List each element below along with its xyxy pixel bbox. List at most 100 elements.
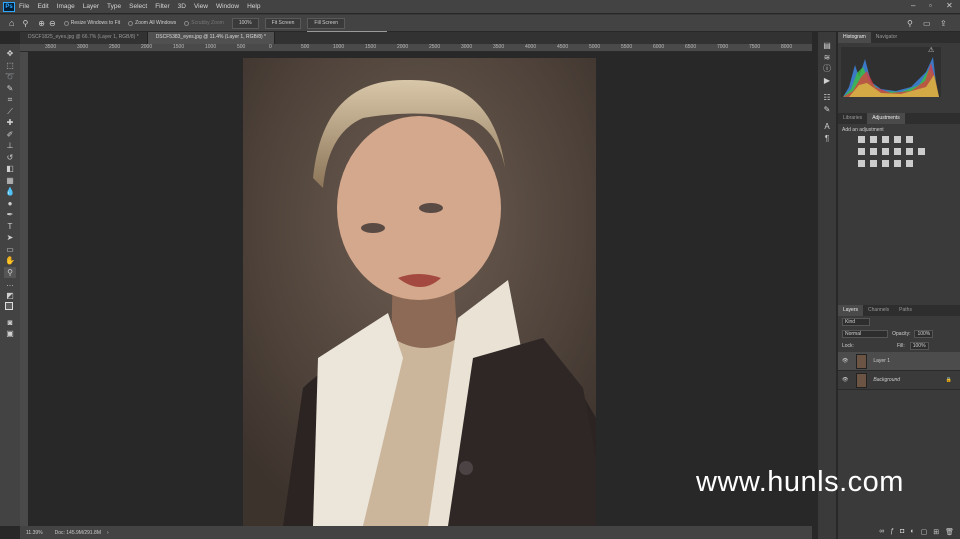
histogram-warning-icon[interactable]: ⚠: [928, 46, 934, 54]
fill-screen-button[interactable]: Fill Screen: [307, 17, 346, 29]
maximize-icon[interactable]: ▫: [929, 1, 932, 10]
color-swatches[interactable]: [4, 301, 16, 313]
tools-panel: ✥ ⬚ ➰ ✎ ⌗ ⟋ ✚ ✐ ⊥ ↺ ◧ ▦ 💧 ● ✒ T ➤ ▭ ✋ ⚲ …: [0, 44, 20, 526]
adjustment-icons-row-3[interactable]: [858, 160, 960, 167]
eyedropper-tool-icon[interactable]: ⟋: [4, 106, 16, 118]
tab-channels[interactable]: Channels: [863, 305, 894, 316]
menu-help[interactable]: Help: [247, 3, 260, 10]
workspace-icon[interactable]: ▭: [923, 19, 931, 28]
tab-paths[interactable]: Paths: [894, 305, 917, 316]
marquee-tool-icon[interactable]: ⬚: [4, 60, 16, 72]
history-panel-icon[interactable]: ▤: [821, 40, 833, 52]
zoom-level[interactable]: 11.39%: [26, 530, 43, 536]
zoom-tool-active-icon[interactable]: ⚲: [4, 266, 16, 278]
layer-kind-select[interactable]: Kind: [842, 318, 871, 326]
healing-brush-icon[interactable]: ✚: [4, 117, 16, 129]
tab-histogram[interactable]: Histogram: [838, 32, 871, 43]
scrubby-zoom-checkbox[interactable]: Scrubby Zoom: [184, 20, 224, 26]
menu-image[interactable]: Image: [57, 3, 75, 10]
menu-window[interactable]: Window: [216, 3, 239, 10]
search-icon[interactable]: ⚲: [907, 19, 913, 28]
visibility-eye-icon[interactable]: 👁: [842, 358, 848, 364]
move-tool-icon[interactable]: ✥: [4, 48, 16, 60]
brush-tool-icon[interactable]: ✐: [4, 129, 16, 141]
status-menu-icon[interactable]: ›: [107, 530, 109, 536]
minimize-icon[interactable]: –: [911, 1, 915, 10]
link-layers-icon[interactable]: ∞: [879, 528, 884, 536]
shape-tool-icon[interactable]: ▭: [4, 244, 16, 256]
home-icon[interactable]: ⌂: [9, 18, 14, 28]
vertical-ruler: [20, 52, 28, 526]
document-image[interactable]: [243, 58, 596, 526]
hand-tool-icon[interactable]: ✋: [4, 255, 16, 267]
more-tools-icon[interactable]: …: [4, 278, 16, 290]
menu-type[interactable]: Type: [107, 3, 121, 10]
menu-file[interactable]: File: [19, 3, 29, 10]
zoom-all-checkbox[interactable]: Zoom All Windows: [128, 20, 176, 26]
share-icon[interactable]: ⇪: [940, 19, 947, 28]
crop-tool-icon[interactable]: ⌗: [4, 94, 16, 106]
blur-tool-icon[interactable]: 💧: [4, 186, 16, 198]
zoom-tool-icon[interactable]: ⚲: [22, 19, 28, 28]
gradient-tool-icon[interactable]: ▦: [4, 175, 16, 187]
tab-libraries[interactable]: Libraries: [838, 113, 867, 124]
new-layer-icon[interactable]: ⊞: [933, 528, 939, 536]
histogram-tabs: Histogram Navigator: [838, 32, 960, 43]
history-brush-icon[interactable]: ↺: [4, 152, 16, 164]
menu-view[interactable]: View: [194, 3, 208, 10]
default-colors-icon[interactable]: ◩: [4, 290, 16, 302]
opacity-field[interactable]: 100%: [914, 330, 934, 338]
quick-mask-icon[interactable]: ◙: [4, 317, 16, 329]
blend-mode-select[interactable]: Normal: [842, 330, 889, 338]
tab-document-1[interactable]: DSCF1825_eyes.jpg @ 66.7% (Layer 1, RGB/…: [20, 32, 148, 44]
resize-windows-checkbox[interactable]: Resize Windows to Fit: [63, 20, 120, 26]
layer-row-background[interactable]: 👁 Background 🔒: [838, 371, 960, 390]
fit-screen-button[interactable]: Fit Screen: [264, 17, 302, 29]
fill-field[interactable]: 100%: [909, 342, 929, 350]
info-panel-icon[interactable]: ⓘ: [821, 63, 833, 75]
add-mask-icon[interactable]: ◘: [900, 528, 904, 536]
adjustment-icons-row-2[interactable]: [858, 148, 960, 155]
adjustment-tabs: Libraries Adjustments: [838, 113, 960, 124]
character-panel-icon[interactable]: A: [821, 121, 833, 133]
stamp-tool-icon[interactable]: ⊥: [4, 140, 16, 152]
document-size: Doc: 145.9M/291.8M: [54, 529, 102, 536]
zoom-out-icon[interactable]: ⊖: [49, 19, 56, 28]
play-actions-icon[interactable]: ▶: [821, 75, 833, 87]
path-select-icon[interactable]: ➤: [4, 232, 16, 244]
visibility-eye-icon[interactable]: 👁: [842, 377, 848, 383]
screen-mode-icon[interactable]: ▣: [4, 328, 16, 340]
properties-panel-icon[interactable]: ☷: [821, 92, 833, 104]
tab-document-2[interactable]: DSCF5383_eyes.jpg @ 11.4% (Layer 1, RGB/…: [147, 32, 275, 44]
adjustment-layer-icon[interactable]: ◐: [910, 528, 914, 536]
tab-adjustments[interactable]: Adjustments: [867, 113, 905, 124]
zoom-in-icon[interactable]: ⊕: [38, 19, 45, 28]
menu-filter[interactable]: Filter: [155, 3, 169, 10]
menu-3d[interactable]: 3D: [178, 3, 186, 10]
menu-select[interactable]: Select: [129, 3, 147, 10]
close-icon[interactable]: ✕: [946, 1, 953, 10]
lock-label: Lock:: [842, 343, 854, 349]
blend-row: Normal Opacity: 100%: [838, 328, 960, 340]
dodge-tool-icon[interactable]: ●: [4, 198, 16, 210]
fx-icon[interactable]: ƒ: [890, 528, 894, 536]
lasso-tool-icon[interactable]: ➰: [4, 71, 16, 83]
channels-panel-icon[interactable]: ≋: [821, 52, 833, 64]
layer-row-layer-1[interactable]: 👁 Layer 1: [838, 352, 960, 371]
delete-layer-icon[interactable]: 🗑: [945, 528, 954, 536]
tab-navigator[interactable]: Navigator: [871, 32, 902, 43]
eraser-tool-icon[interactable]: ◧: [4, 163, 16, 175]
quick-select-tool-icon[interactable]: ✎: [4, 83, 16, 95]
type-tool-icon[interactable]: T: [4, 221, 16, 233]
menu-layer[interactable]: Layer: [83, 3, 99, 10]
menu-edit[interactable]: Edit: [37, 3, 48, 10]
paragraph-panel-icon[interactable]: ¶: [821, 133, 833, 145]
adjustment-icons-row-1[interactable]: [858, 136, 960, 143]
zoom-100-button[interactable]: 100%: [231, 17, 259, 29]
tab-layers[interactable]: Layers: [838, 305, 864, 316]
pen-tool-icon[interactable]: ✒: [4, 209, 16, 221]
checkbox-icon: [128, 20, 134, 26]
foreground-color-swatch[interactable]: [5, 302, 13, 310]
new-group-icon[interactable]: ▢: [921, 528, 928, 536]
brush-settings-icon[interactable]: ✎: [821, 104, 833, 116]
